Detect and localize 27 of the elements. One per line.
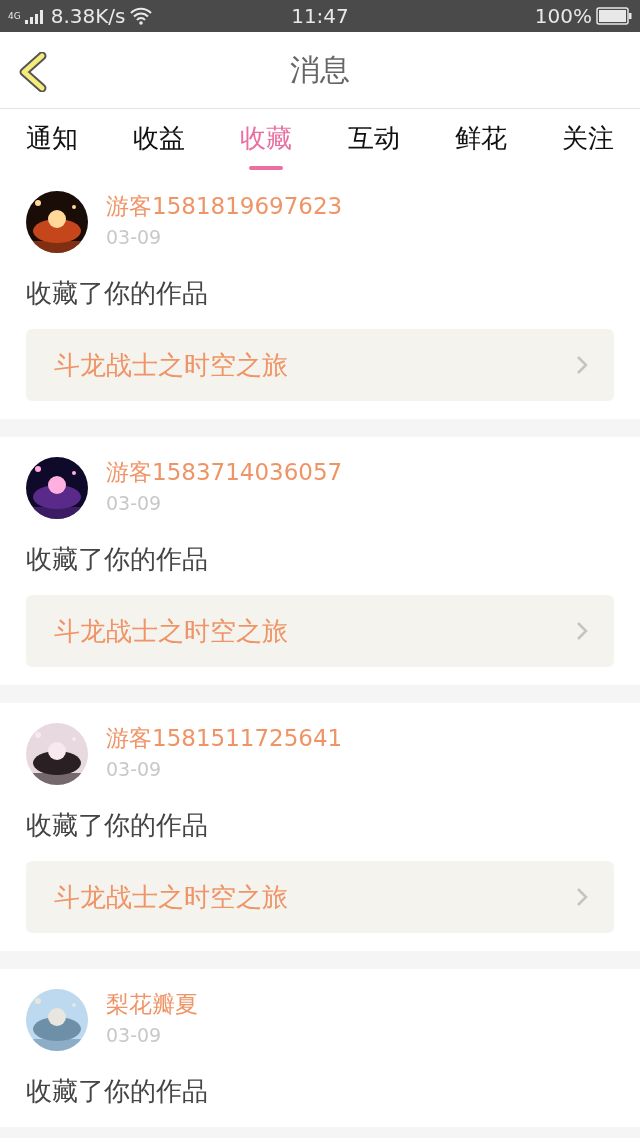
wifi-icon <box>129 7 152 25</box>
action-text: 收藏了你的作品 <box>26 1075 209 1108</box>
clock: 11:47 <box>291 4 349 28</box>
action-text: 收藏了你的作品 <box>26 543 209 576</box>
network-speed: 8.38K/s <box>50 4 126 28</box>
tab[interactable]: 通知 <box>26 109 78 171</box>
tab[interactable]: 关注 <box>561 109 614 171</box>
user-name[interactable]: 游客1581819697623 <box>106 191 343 221</box>
work-link[interactable]: 斗龙战士之时空之旅 <box>26 861 614 933</box>
action-text: 收藏了你的作品 <box>26 277 209 310</box>
chevron-icon <box>576 355 588 375</box>
user-name[interactable]: 游客1583714036057 <box>106 457 343 487</box>
work-link[interactable]: 斗龙战士之时空之旅 <box>26 595 614 667</box>
battery-icon <box>596 7 632 25</box>
network-label: 4G <box>8 11 21 21</box>
tab[interactable]: 收藏 <box>240 109 293 171</box>
action-text: 收藏了你的作品 <box>26 809 209 842</box>
tab[interactable]: 互动 <box>347 109 400 171</box>
tab[interactable]: 收益 <box>133 109 186 171</box>
work-link[interactable]: 斗龙战士之时空之旅 <box>26 329 614 401</box>
tab[interactable]: 鲜花 <box>454 109 507 171</box>
chevron-icon <box>576 887 588 907</box>
chevron-icon <box>576 621 588 641</box>
battery-percent: 100% <box>534 4 592 28</box>
user-name[interactable]: 梨花瓣夏 <box>106 989 198 1019</box>
page-title: 消息 <box>290 50 350 89</box>
user-name[interactable]: 游客1581511725641 <box>106 723 343 753</box>
